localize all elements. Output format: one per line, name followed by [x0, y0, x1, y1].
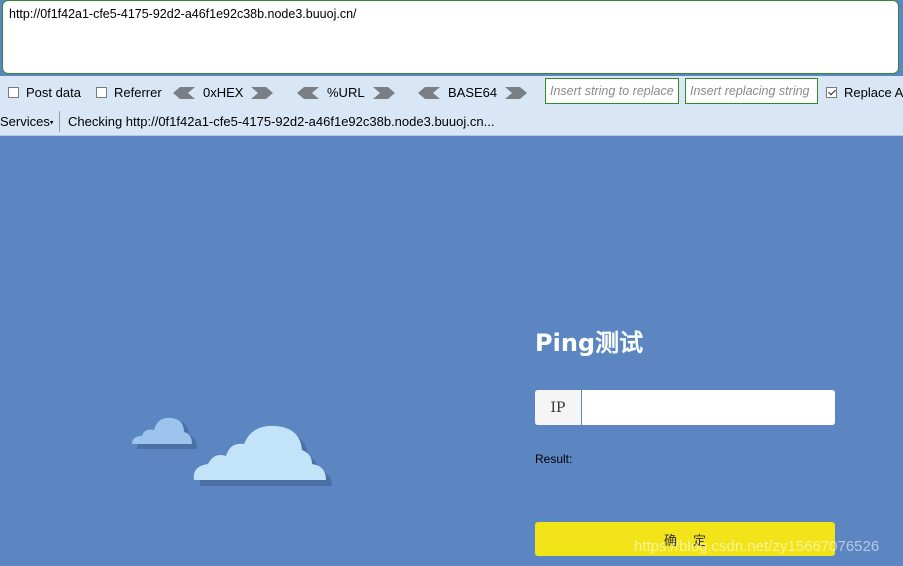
left-arrow-icon[interactable]: [418, 86, 440, 99]
post-data-checkbox[interactable]: [8, 87, 19, 98]
services-menu[interactable]: Services▾: [0, 114, 53, 129]
post-data-label: Post data: [26, 85, 81, 100]
page-title: Ping测试: [535, 329, 644, 357]
replace-all-label: Replace A: [844, 85, 903, 100]
hex-encoder: 0xHEX: [173, 76, 274, 109]
hex-label: 0xHEX: [203, 85, 244, 100]
base64-label: BASE64: [448, 85, 498, 100]
right-arrow-icon[interactable]: [372, 86, 395, 99]
right-arrow-icon[interactable]: [251, 86, 274, 99]
left-arrow-icon[interactable]: [173, 86, 195, 99]
base64-encoder: BASE64: [418, 76, 528, 109]
left-arrow-icon[interactable]: [297, 86, 319, 99]
page-content: Ping测试 IP Result: 确定 https://blog.csdn.n…: [0, 136, 903, 566]
right-arrow-icon[interactable]: [505, 86, 528, 99]
result-label: Result:: [535, 452, 573, 466]
ip-input-group: IP: [535, 390, 835, 425]
cloud-icon: [132, 417, 332, 486]
post-data-toggle[interactable]: Post data: [8, 76, 81, 109]
chevron-down-icon: ▾: [49, 119, 54, 127]
status-text: Checking http://0f1f42a1-cfe5-4175-92d2-…: [68, 114, 495, 129]
replace-all-toggle[interactable]: Replace A: [826, 76, 903, 109]
url-textarea[interactable]: http://0f1f42a1-cfe5-4175-92d2-a46f1e92c…: [2, 0, 899, 74]
referrer-toggle[interactable]: Referrer: [96, 76, 162, 109]
services-label: Services: [0, 114, 50, 129]
url-encoder: %URL: [297, 76, 395, 109]
status-bar: Services▾ Checking http://0f1f42a1-cfe5-…: [0, 109, 903, 136]
watermark: https://blog.csdn.net/zy15667076526: [634, 538, 880, 555]
referrer-checkbox[interactable]: [96, 87, 107, 98]
replacing-string-input[interactable]: Insert replacing string: [685, 78, 818, 104]
ip-input[interactable]: [582, 390, 835, 425]
hackbar-toolbar: Post data Referrer 0xHEX %URL BASE64 Ins…: [0, 76, 903, 109]
status-divider: [59, 111, 60, 132]
replacing-string-placeholder: Insert replacing string: [690, 84, 810, 98]
ip-label: IP: [535, 390, 582, 425]
replace-string-input[interactable]: Insert string to replace: [545, 78, 679, 104]
url-encode-label: %URL: [327, 85, 365, 100]
referrer-label: Referrer: [114, 85, 162, 100]
replace-string-placeholder: Insert string to replace: [550, 84, 674, 98]
url-text: http://0f1f42a1-cfe5-4175-92d2-a46f1e92c…: [9, 7, 357, 21]
replace-all-checkbox[interactable]: [826, 87, 837, 98]
